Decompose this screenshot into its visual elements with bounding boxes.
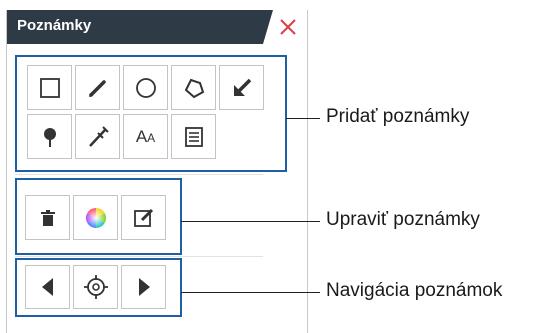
locate-button[interactable] xyxy=(73,265,118,309)
note-tool-button[interactable] xyxy=(171,114,216,159)
callout-line-edit xyxy=(181,221,320,222)
next-icon xyxy=(138,278,150,296)
delete-button[interactable] xyxy=(25,195,70,240)
circle-tool-button[interactable] xyxy=(123,65,168,110)
polygon-icon xyxy=(184,78,204,98)
pin-icon xyxy=(43,127,56,147)
arrow-icon xyxy=(233,78,251,96)
callout-edit-label: Upraviť poznámky xyxy=(326,209,480,230)
measure-icon xyxy=(88,125,109,147)
close-icon xyxy=(280,19,296,35)
text-tool-button[interactable]: AA xyxy=(123,114,168,159)
close-button[interactable] xyxy=(275,14,301,40)
color-picker-icon xyxy=(85,207,106,228)
panel-header: Poznámky xyxy=(7,10,307,44)
measure-tool-button[interactable] xyxy=(75,114,120,159)
rectangle-tool-button[interactable] xyxy=(27,65,72,110)
pin-tool-button[interactable] xyxy=(27,114,72,159)
previous-button[interactable] xyxy=(25,265,70,309)
annotations-panel: Poznámky AA xyxy=(6,10,308,333)
arrow-tool-button[interactable] xyxy=(219,65,264,110)
text-icon: AA xyxy=(135,126,156,146)
divider xyxy=(15,174,263,175)
rectangle-icon xyxy=(39,77,60,98)
edit-icon xyxy=(133,208,153,227)
edit-button[interactable] xyxy=(121,195,166,240)
circle-icon xyxy=(135,77,156,98)
pencil-tool-button[interactable] xyxy=(75,65,120,110)
pencil-icon xyxy=(88,79,106,97)
callout-line-nav xyxy=(181,292,320,293)
note-icon xyxy=(184,126,203,147)
callout-nav-label: Navigácia poznámok xyxy=(326,280,503,301)
locate-icon xyxy=(83,275,108,299)
divider xyxy=(15,256,263,257)
polygon-tool-button[interactable] xyxy=(171,65,216,110)
color-button[interactable] xyxy=(73,195,118,240)
panel-title: Poznámky xyxy=(17,17,92,34)
callout-line-add xyxy=(286,118,320,119)
callout-add-label: Pridať poznámky xyxy=(326,106,470,127)
previous-icon xyxy=(41,278,53,296)
next-button[interactable] xyxy=(121,265,166,309)
trash-icon xyxy=(40,209,55,226)
